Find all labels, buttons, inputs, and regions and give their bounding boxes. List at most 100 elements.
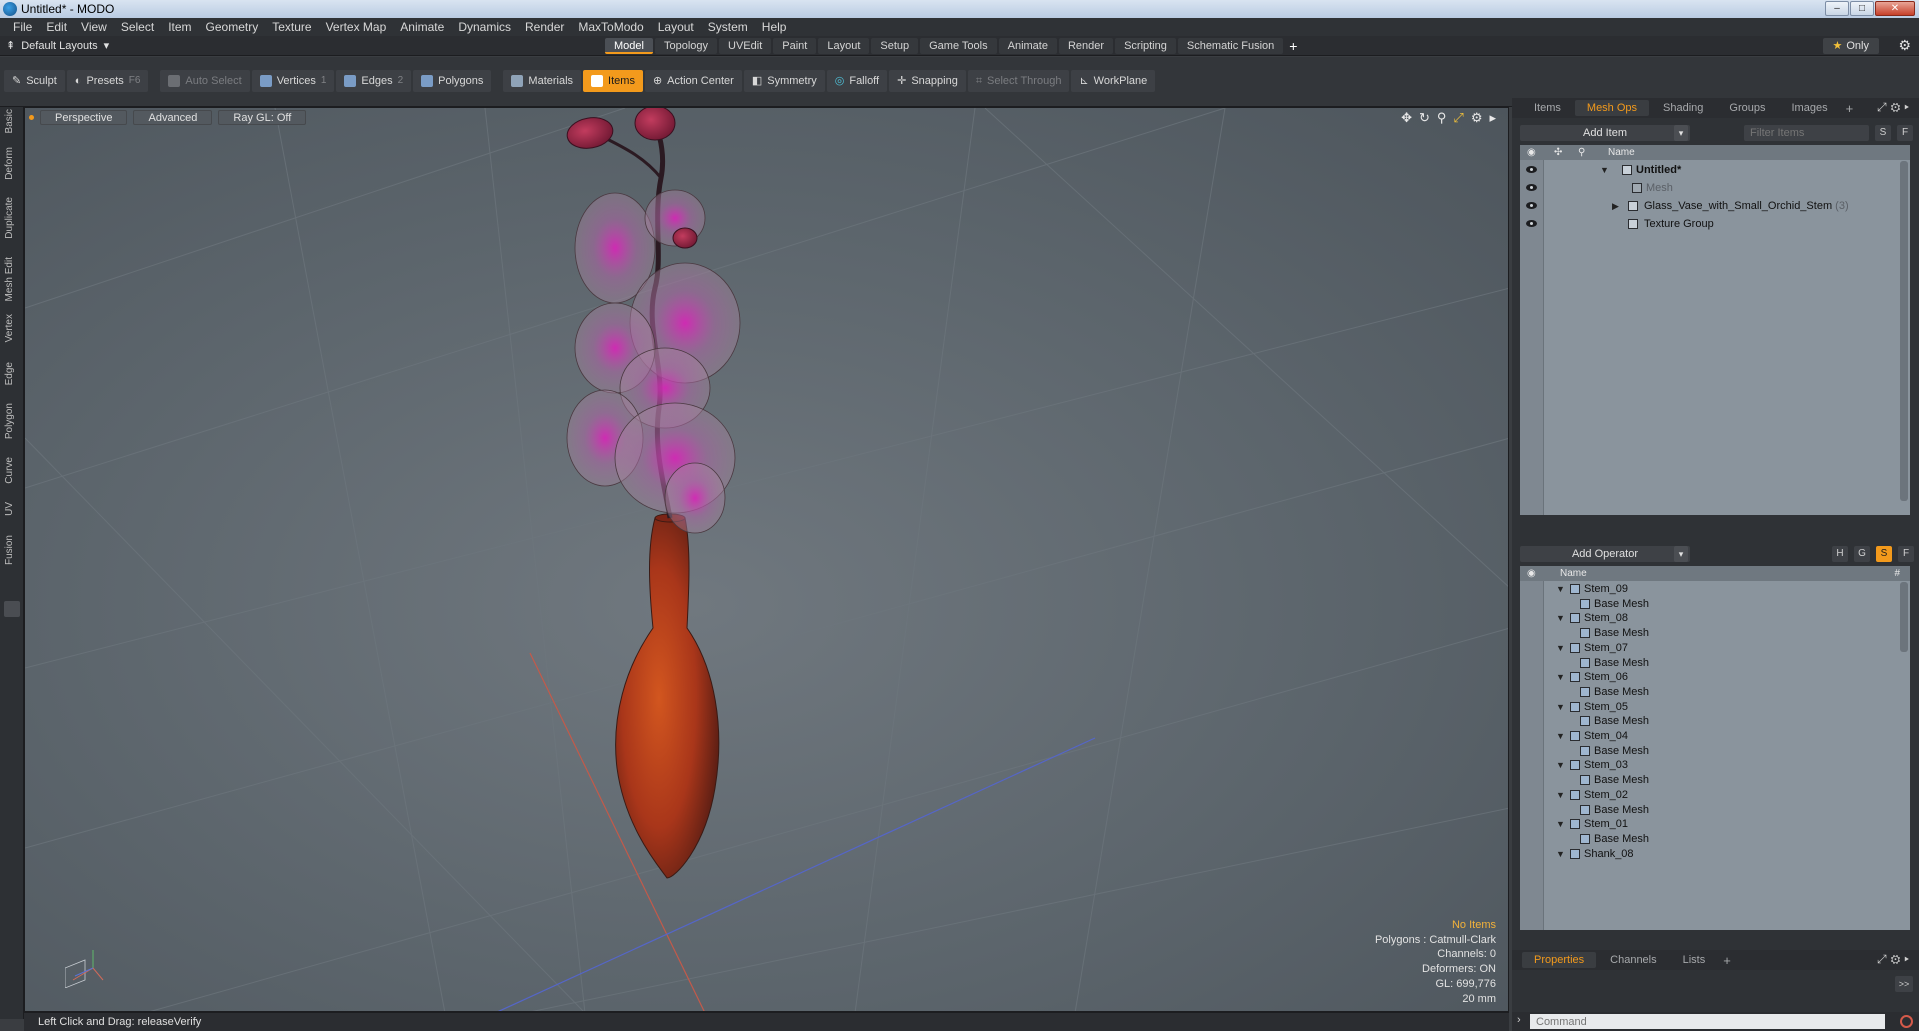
workplane-button[interactable]: ⊾ WorkPlane [1071,70,1156,92]
action-center-button[interactable]: ⊕ Action Center [644,70,742,92]
tab-schematic-fusion[interactable]: Schematic Fusion [1177,38,1284,54]
tab-properties[interactable]: Properties [1522,952,1597,968]
falloff-button[interactable]: ◎ Falloff [826,70,888,92]
collapse-arrow-icon[interactable]: ▼ [1556,758,1565,773]
menu-dynamics[interactable]: Dynamics [451,18,518,36]
menu-item[interactable]: Item [161,18,198,36]
expand-arrow-icon[interactable]: ▶ [1612,197,1619,215]
snapping-button[interactable]: ✛ Snapping [889,70,966,92]
items-button[interactable]: Items [583,70,643,92]
tab-game-tools[interactable]: Game Tools [920,38,997,54]
collapse-arrow-icon[interactable]: ▼ [1556,847,1565,862]
viewport-gear-icon[interactable]: ⚙ [1471,110,1483,126]
visibility-eye-icon[interactable] [1526,220,1537,227]
operator-row[interactable]: ▼ Stem_07 [1520,641,1910,656]
operator-row[interactable]: ▼ Stem_05 [1520,700,1910,715]
menu-vertex-map[interactable]: Vertex Map [319,18,394,36]
layout-selector[interactable]: ⇞ Default Layouts ▾ [6,38,109,54]
tab-items[interactable]: Items [1522,100,1573,116]
operator-row[interactable]: ▼ Stem_01 [1520,817,1910,832]
vtab-fusion[interactable]: Fusion [4,535,15,565]
play-icon[interactable]: ▸ [1489,110,1496,126]
auto-select-button[interactable]: Auto Select [160,70,250,92]
menu-layout[interactable]: Layout [651,18,701,36]
minimize-button[interactable]: – [1825,1,1849,16]
vtab-polygon[interactable]: Polygon [4,403,15,439]
tab-shading[interactable]: Shading [1651,100,1715,116]
filter-items-input[interactable] [1744,125,1869,141]
stop-icon[interactable] [1900,1015,1913,1028]
vtab-basic[interactable]: Basic [4,109,15,133]
gear-icon[interactable]: ⚙ [1898,37,1911,54]
operator-row[interactable]: ▼ Stem_02 [1520,788,1910,803]
collapse-arrow-icon[interactable]: ▼ [1556,700,1565,715]
vtab-uv[interactable]: UV [4,502,15,516]
item-tree-scrollbar[interactable] [1900,161,1908,501]
operator-row[interactable]: ▼ Stem_04 [1520,729,1910,744]
operator-row[interactable]: ▼ Stem_06 [1520,670,1910,685]
view-type-button[interactable]: Perspective [40,110,128,125]
operator-row[interactable]: ▼ Shank_08 [1520,847,1910,862]
operator-child-row[interactable]: Base Mesh [1520,803,1910,818]
tree-row-mesh[interactable]: Mesh [1520,179,1910,197]
operator-child-row[interactable]: Base Mesh [1520,656,1910,671]
polygons-button[interactable]: Polygons [413,70,492,92]
strip-toggle-button[interactable] [4,601,20,617]
operator-row[interactable]: ▼ Stem_09 [1520,582,1910,597]
vtab-deform[interactable]: Deform [4,147,15,180]
tab-paint[interactable]: Paint [773,38,817,54]
collapse-arrow-icon[interactable]: ▼ [1556,641,1565,656]
operator-child-row[interactable]: Base Mesh [1520,626,1910,641]
tab-topology[interactable]: Topology [654,38,718,54]
edges-button[interactable]: Edges 2 [336,70,412,92]
vtab-duplicate[interactable]: Duplicate [4,197,15,239]
visibility-eye-icon[interactable] [1526,184,1537,191]
menu-geometry[interactable]: Geometry [199,18,266,36]
tab-channels[interactable]: Channels [1598,952,1668,968]
menu-texture[interactable]: Texture [265,18,318,36]
presets-button[interactable]: ◐ Presets F6 [66,70,149,92]
panel-options-icon[interactable]: ⤢⚙▸ [1877,952,1913,967]
tree-row-scene[interactable]: ▼ Untitled* [1520,161,1910,179]
vtab-curve[interactable]: Curve [4,457,15,484]
materials-button[interactable]: Materials [503,70,582,92]
operator-row[interactable]: ▼ Stem_03 [1520,758,1910,773]
vtab-vertex[interactable]: Vertex [4,314,15,342]
operator-row[interactable]: ▼ Stem_08 [1520,611,1910,626]
tab-model[interactable]: Model [605,38,653,54]
maximize-button[interactable]: □ [1850,1,1874,16]
collapse-arrow-icon[interactable]: ▼ [1556,788,1565,803]
add-panel-tab-icon[interactable]: + [1842,101,1858,116]
op-h-button[interactable]: H [1832,546,1848,562]
only-button[interactable]: ★ Only [1822,38,1879,54]
menu-edit[interactable]: Edit [39,18,74,36]
tree-row-texture-group[interactable]: Texture Group [1520,215,1910,233]
operator-child-row[interactable]: Base Mesh [1520,597,1910,612]
tab-mesh-ops[interactable]: Mesh Ops [1574,100,1650,116]
operator-child-row[interactable]: Base Mesh [1520,685,1910,700]
command-history-icon[interactable]: › [1517,1014,1521,1026]
tab-setup[interactable]: Setup [871,38,919,54]
vtab-edge[interactable]: Edge [4,362,15,385]
op-g-button[interactable]: G [1854,546,1870,562]
op-f-button[interactable]: F [1898,546,1914,562]
symmetry-button[interactable]: ◧ Symmetry [743,70,825,92]
menu-system[interactable]: System [701,18,755,36]
visibility-eye-icon[interactable] [1526,166,1537,173]
menu-select[interactable]: Select [114,18,161,36]
operator-child-row[interactable]: Base Mesh [1520,744,1910,759]
collapse-arrow-icon[interactable]: ▼ [1556,582,1565,597]
tree-row-vase-group[interactable]: ▶ Glass_Vase_with_Small_Orchid_Stem (3) [1520,197,1910,215]
menu-maxtomodo[interactable]: MaxToModo [571,18,650,36]
tab-groups[interactable]: Groups [1717,100,1777,116]
zoom-icon[interactable]: ⚲ [1437,110,1447,126]
menu-animate[interactable]: Animate [393,18,451,36]
menu-view[interactable]: View [74,18,114,36]
3d-viewport[interactable]: Perspective Advanced Ray GL: Off ✥ ↻ ⚲ ⤢… [24,107,1509,1012]
fit-icon[interactable]: ⤢ [1453,110,1463,126]
close-button[interactable]: ✕ [1875,1,1915,16]
viewport-menu-dot[interactable] [29,115,34,120]
operator-tree-scrollbar[interactable] [1900,582,1908,652]
sculpt-button[interactable]: ✎ Sculpt [4,70,65,92]
tab-layout[interactable]: Layout [818,38,870,54]
